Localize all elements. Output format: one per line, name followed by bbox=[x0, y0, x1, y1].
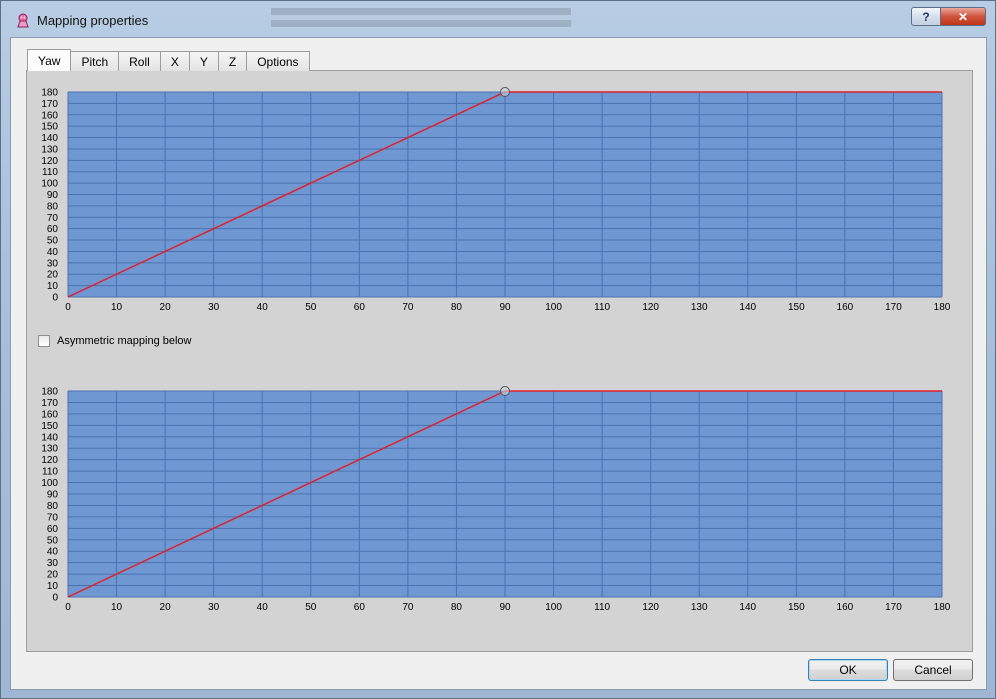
y-tick-label: 0 bbox=[52, 293, 58, 304]
y-tick-label: 60 bbox=[47, 524, 59, 535]
y-tick-label: 180 bbox=[41, 88, 58, 99]
x-tick-label: 130 bbox=[691, 302, 708, 313]
x-tick-label: 30 bbox=[208, 602, 220, 613]
y-tick-label: 180 bbox=[41, 387, 58, 398]
x-tick-label: 100 bbox=[545, 302, 562, 313]
ok-button-label: OK bbox=[839, 663, 857, 677]
x-tick-label: 120 bbox=[642, 602, 659, 613]
x-tick-label: 20 bbox=[160, 602, 172, 613]
y-tick-label: 80 bbox=[47, 501, 59, 512]
y-tick-label: 130 bbox=[41, 144, 58, 155]
x-tick-label: 30 bbox=[208, 302, 220, 313]
x-tick-label: 40 bbox=[257, 302, 269, 313]
asymmetric-mapping-label[interactable]: Asymmetric mapping below bbox=[57, 335, 192, 347]
x-tick-label: 170 bbox=[885, 602, 902, 613]
ok-button[interactable]: OK bbox=[808, 659, 888, 681]
x-tick-label: 60 bbox=[354, 302, 366, 313]
x-tick-label: 140 bbox=[739, 302, 756, 313]
mapping-chart-1[interactable]: 0 10 20 30 40 50 60 70 80 90 100 110 120 130 140 150 160… bbox=[41, 87, 951, 314]
y-tick-label: 50 bbox=[47, 236, 59, 247]
control-point-handle[interactable] bbox=[500, 386, 510, 396]
y-tick-label: 30 bbox=[47, 258, 59, 269]
y-tick-label: 120 bbox=[41, 455, 58, 466]
x-tick-label: 50 bbox=[305, 602, 317, 613]
x-tick-label: 10 bbox=[111, 602, 123, 613]
x-tick-label: 80 bbox=[451, 602, 463, 613]
control-point-handle[interactable] bbox=[500, 87, 510, 97]
y-tick-label: 100 bbox=[41, 478, 58, 489]
x-tick-label: 110 bbox=[594, 302, 610, 313]
x-tick-label: 40 bbox=[257, 602, 269, 613]
cancel-button-label: Cancel bbox=[914, 663, 952, 677]
x-tick-label: 20 bbox=[160, 302, 172, 313]
y-tick-label: 0 bbox=[52, 593, 58, 604]
mapping-charts: 0 10 20 30 40 50 60 70 80 90 100 110 120 130 140 150 160… bbox=[41, 87, 951, 614]
y-tick-label: 130 bbox=[41, 444, 58, 455]
y-tick-label: 50 bbox=[47, 535, 59, 546]
y-tick-label: 30 bbox=[47, 558, 59, 569]
y-tick-label: 60 bbox=[47, 224, 59, 235]
y-tick-label: 100 bbox=[41, 179, 58, 190]
x-tick-label: 150 bbox=[788, 302, 805, 313]
x-tick-label: 0 bbox=[65, 302, 71, 313]
y-tick-label: 90 bbox=[47, 190, 59, 201]
x-tick-label: 70 bbox=[402, 602, 414, 613]
y-tick-label: 40 bbox=[47, 547, 59, 558]
y-tick-label: 110 bbox=[42, 467, 58, 478]
x-tick-label: 70 bbox=[402, 302, 414, 313]
y-tick-label: 160 bbox=[41, 110, 58, 121]
y-tick-label: 70 bbox=[47, 213, 59, 224]
y-tick-label: 170 bbox=[41, 398, 58, 409]
x-tick-label: 80 bbox=[451, 302, 463, 313]
x-tick-label: 110 bbox=[594, 602, 610, 613]
x-tick-label: 160 bbox=[837, 602, 854, 613]
y-tick-label: 10 bbox=[47, 281, 59, 292]
y-tick-label: 120 bbox=[41, 156, 58, 167]
y-tick-label: 90 bbox=[47, 490, 59, 501]
x-tick-label: 160 bbox=[837, 302, 854, 313]
y-tick-label: 80 bbox=[47, 201, 59, 212]
x-tick-label: 90 bbox=[499, 302, 511, 313]
x-tick-label: 180 bbox=[934, 602, 951, 613]
y-tick-label: 40 bbox=[47, 247, 59, 258]
y-tick-label: 10 bbox=[47, 581, 59, 592]
y-tick-label: 20 bbox=[47, 570, 59, 581]
y-tick-label: 160 bbox=[41, 409, 58, 420]
x-tick-label: 120 bbox=[642, 302, 659, 313]
y-tick-label: 20 bbox=[47, 270, 59, 281]
y-tick-label: 150 bbox=[41, 421, 58, 432]
y-tick-label: 110 bbox=[42, 167, 58, 178]
x-tick-label: 170 bbox=[885, 302, 902, 313]
tab-yaw[interactable]: Yaw bbox=[27, 49, 72, 71]
asymmetric-mapping-row[interactable]: Asymmetric mapping below bbox=[38, 335, 192, 347]
y-tick-label: 70 bbox=[47, 512, 59, 523]
y-tick-label: 140 bbox=[41, 133, 58, 144]
y-tick-label: 170 bbox=[41, 99, 58, 110]
x-tick-label: 180 bbox=[934, 302, 951, 313]
x-tick-label: 0 bbox=[65, 602, 71, 613]
x-tick-label: 150 bbox=[788, 602, 805, 613]
x-tick-label: 140 bbox=[739, 602, 756, 613]
y-tick-label: 140 bbox=[41, 432, 58, 443]
cancel-button[interactable]: Cancel bbox=[893, 659, 973, 681]
x-tick-label: 10 bbox=[111, 302, 123, 313]
x-tick-label: 130 bbox=[691, 602, 708, 613]
tab-label: Yaw bbox=[38, 53, 61, 68]
mapping-chart-2[interactable]: 0 10 20 30 40 50 60 70 80 90 100 110 120 130 140 150 160… bbox=[41, 386, 951, 614]
x-tick-label: 50 bbox=[305, 302, 317, 313]
asymmetric-mapping-checkbox[interactable] bbox=[38, 335, 50, 347]
y-tick-label: 150 bbox=[41, 122, 58, 133]
x-tick-label: 90 bbox=[499, 602, 511, 613]
x-tick-label: 100 bbox=[545, 602, 562, 613]
x-tick-label: 60 bbox=[354, 602, 366, 613]
